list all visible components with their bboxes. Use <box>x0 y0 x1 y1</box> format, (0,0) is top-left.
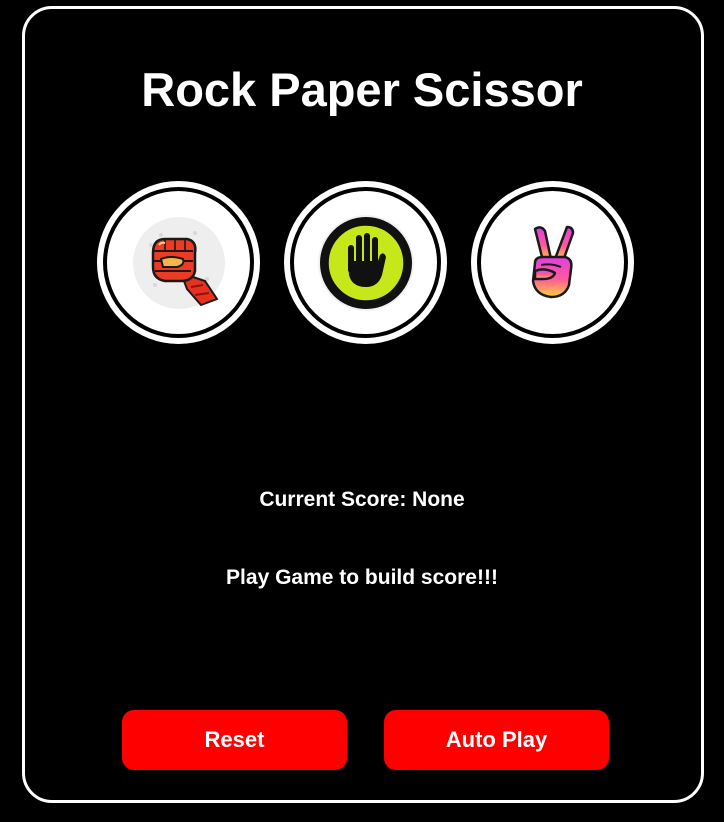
game-container <box>22 6 704 803</box>
scissors-button[interactable] <box>471 181 634 344</box>
game-title: Rock Paper Scissor <box>141 63 583 116</box>
rock-button[interactable] <box>97 181 260 344</box>
current-score: Current Score: None <box>259 488 465 511</box>
auto-play-button[interactable]: Auto Play <box>384 710 609 770</box>
hand-icon <box>317 214 414 311</box>
reset-button[interactable]: Reset <box>122 710 347 770</box>
peace-hand-icon <box>531 225 574 298</box>
fist-icon <box>132 216 225 309</box>
status-message: Play Game to build score!!! <box>226 566 498 589</box>
paper-button[interactable] <box>284 181 447 344</box>
